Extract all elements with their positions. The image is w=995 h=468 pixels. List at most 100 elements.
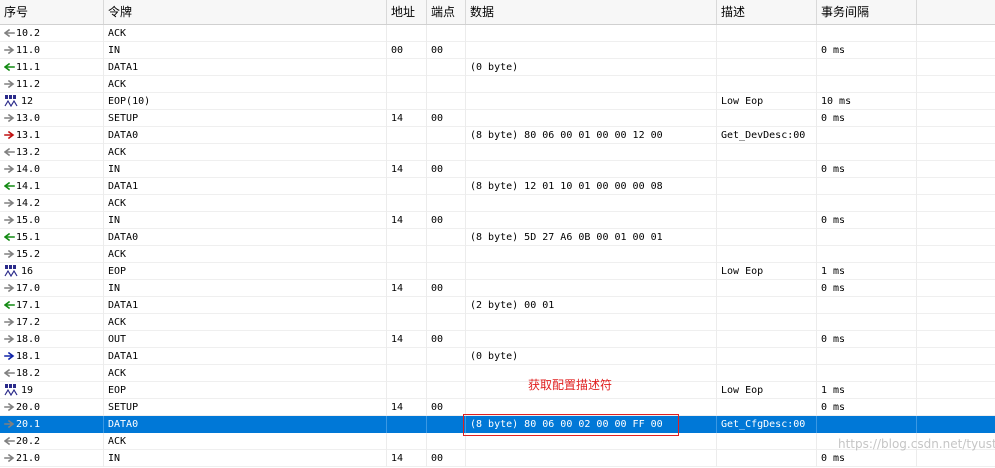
table-row[interactable]: 13.2 ACK: [0, 144, 995, 161]
cell-endpoint: [427, 314, 466, 331]
cell-address: [387, 246, 427, 263]
cell-address: [387, 76, 427, 93]
cell-token: SETUP: [104, 399, 387, 416]
cell-interval: 1 ms: [817, 382, 917, 399]
cell-endpoint: [427, 59, 466, 76]
table-row[interactable]: 11.2 ACK: [0, 76, 995, 93]
col-header-address[interactable]: 地址: [387, 0, 427, 24]
row-index-label: 14.1: [16, 181, 41, 192]
cell-extra: [917, 263, 995, 280]
cell-token: DATA1: [104, 348, 387, 365]
table-row[interactable]: 18.0 OUT 14 00 0 ms: [0, 331, 995, 348]
table-row[interactable]: 17.0 IN 14 00 0 ms: [0, 280, 995, 297]
seo-icon: [4, 382, 21, 399]
table-row[interactable]: 21.0 IN 14 00 0 ms: [0, 450, 995, 467]
table-row[interactable]: 17.2 ACK: [0, 314, 995, 331]
cell-extra: [917, 127, 995, 144]
cell-index: 11.1: [0, 59, 104, 76]
cell-data: (0 byte): [466, 59, 717, 76]
cell-token: ACK: [104, 246, 387, 263]
arrow-left-green-icon: [4, 229, 16, 246]
cell-token: ACK: [104, 144, 387, 161]
table-row[interactable]: 18.1 DATA1 (0 byte): [0, 348, 995, 365]
row-index-label: 20.0: [16, 402, 41, 413]
cell-index: 20.0: [0, 399, 104, 416]
row-index-label: 12: [21, 96, 34, 107]
cell-extra: [917, 348, 995, 365]
cell-token: DATA0: [104, 416, 387, 433]
table-row[interactable]: 15.1 DATA0 (8 byte) 5D 27 A6 0B 00 01 00 0…: [0, 229, 995, 246]
cell-token: IN: [104, 42, 387, 59]
col-header-endpoint[interactable]: 端点: [427, 0, 466, 24]
cell-data: [466, 76, 717, 93]
arrow-right-gray-icon: [4, 42, 16, 59]
table-row[interactable]: 20.2 ACK: [0, 433, 995, 450]
table-row[interactable]: 15.2 ACK: [0, 246, 995, 263]
cell-endpoint: 00: [427, 161, 466, 178]
table-row[interactable]: 14.1 DATA1 (8 byte) 12 01 10 01 00 00 00 0…: [0, 178, 995, 195]
cell-address: 14: [387, 399, 427, 416]
table-row[interactable]: 12 EOP(10) Low Eop 10 ms: [0, 93, 995, 110]
col-header-interval[interactable]: 事务间隔: [817, 0, 917, 24]
cell-index: 15.2: [0, 246, 104, 263]
table-row[interactable]: 18.2 ACK: [0, 365, 995, 382]
table-row[interactable]: 14.0 IN 14 00 0 ms: [0, 161, 995, 178]
col-header-token[interactable]: 令牌: [104, 0, 387, 24]
cell-endpoint: [427, 263, 466, 280]
cell-token: ACK: [104, 314, 387, 331]
cell-interval: [817, 59, 917, 76]
cell-description: [717, 110, 817, 127]
cell-description: Low Eop: [717, 382, 817, 399]
cell-interval: 0 ms: [817, 212, 917, 229]
col-header-description[interactable]: 描述: [717, 0, 817, 24]
table-row[interactable]: 19 EOP Low Eop 1 ms: [0, 382, 995, 399]
cell-extra: [917, 450, 995, 467]
col-header-data[interactable]: 数据: [466, 0, 717, 24]
cell-address: [387, 348, 427, 365]
table-row[interactable]: 20.1 DATA0 (8 byte) 80 06 00 02 00 00 FF 0…: [0, 416, 995, 433]
cell-interval: [817, 25, 917, 42]
row-index-label: 11.0: [16, 45, 41, 56]
table-row[interactable]: 11.0 IN 00 00 0 ms: [0, 42, 995, 59]
cell-token: ACK: [104, 76, 387, 93]
cell-index: 16: [0, 263, 104, 280]
table-row[interactable]: 13.1 DATA0 (8 byte) 80 06 00 01 00 00 12 0…: [0, 127, 995, 144]
table-row[interactable]: 20.0 SETUP 14 00 0 ms: [0, 399, 995, 416]
cell-token: DATA1: [104, 59, 387, 76]
arrow-left-green-icon: [4, 178, 16, 195]
col-header-index[interactable]: 序号: [0, 0, 104, 24]
table-row[interactable]: 15.0 IN 14 00 0 ms: [0, 212, 995, 229]
table-row[interactable]: 14.2 ACK: [0, 195, 995, 212]
table-row[interactable]: 13.0 SETUP 14 00 0 ms: [0, 110, 995, 127]
table-row[interactable]: 17.1 DATA1 (2 byte) 00 01: [0, 297, 995, 314]
col-header-extra[interactable]: [917, 0, 995, 24]
cell-index: 17.1: [0, 297, 104, 314]
table-row[interactable]: 11.1 DATA1 (0 byte): [0, 59, 995, 76]
cell-extra: [917, 331, 995, 348]
cell-interval: [817, 195, 917, 212]
cell-data: [466, 280, 717, 297]
cell-address: [387, 178, 427, 195]
table-row[interactable]: 16 EOP Low Eop 1 ms: [0, 263, 995, 280]
cell-endpoint: [427, 382, 466, 399]
cell-description: [717, 331, 817, 348]
cell-index: 18.0: [0, 331, 104, 348]
cell-index: 18.2: [0, 365, 104, 382]
cell-token: DATA0: [104, 127, 387, 144]
cell-interval: [817, 433, 917, 450]
cell-index: 20.2: [0, 433, 104, 450]
row-index-label: 13.0: [16, 113, 41, 124]
cell-address: 14: [387, 450, 427, 467]
row-index-label: 15.2: [16, 249, 41, 260]
table-row[interactable]: 10.2 ACK: [0, 25, 995, 42]
cell-data: [466, 450, 717, 467]
cell-endpoint: [427, 127, 466, 144]
cell-data: [466, 195, 717, 212]
cell-interval: 0 ms: [817, 399, 917, 416]
cell-description: [717, 348, 817, 365]
cell-extra: [917, 399, 995, 416]
cell-endpoint: 00: [427, 212, 466, 229]
arrow-left-gray-icon: [4, 433, 16, 450]
cell-data: [466, 314, 717, 331]
cell-index: 14.2: [0, 195, 104, 212]
